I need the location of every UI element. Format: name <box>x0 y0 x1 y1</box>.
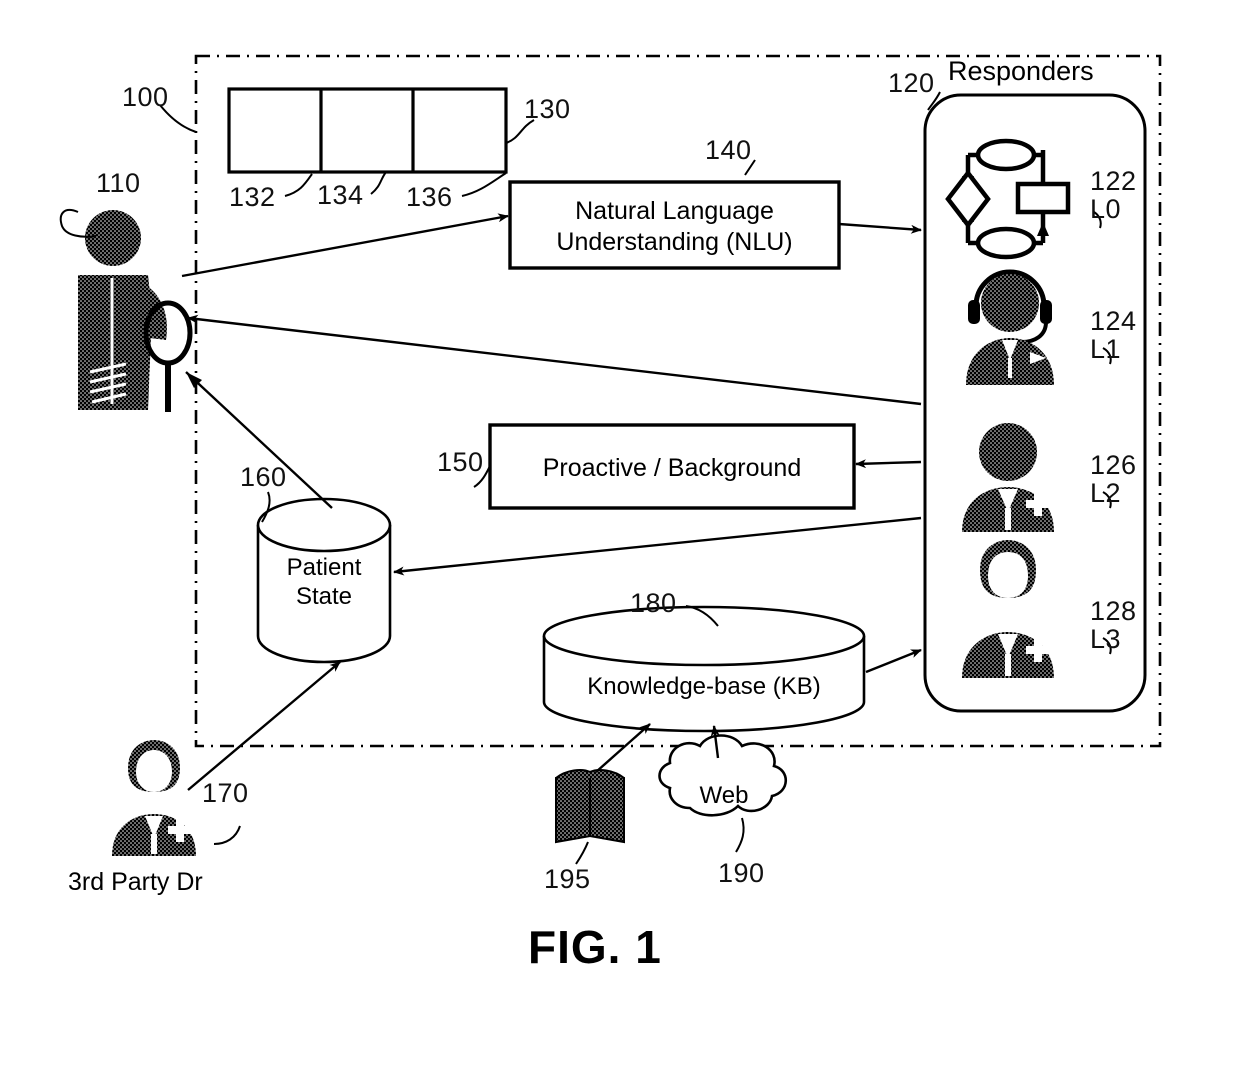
web-label: Web <box>699 782 749 809</box>
figure-root: 100 110 132 134 136 130 140 Natural Lang… <box>0 0 1240 1068</box>
ref-134: 134 <box>317 180 364 210</box>
arrow-responders-to-patient <box>187 314 922 406</box>
ref-190: 190 <box>718 858 765 888</box>
figure-canvas <box>59 54 1162 865</box>
proactive-label: Proactive / Background <box>542 454 802 482</box>
leader-170 <box>213 825 241 845</box>
ref-160: 160 <box>240 462 287 492</box>
level-L0: L0 <box>1090 194 1122 224</box>
figure-caption: FIG. 1 <box>528 921 662 973</box>
ref-120: 120 <box>888 68 935 98</box>
open-book-icon <box>555 769 625 844</box>
third-party-doctor-icon <box>112 740 196 856</box>
ref-180: 180 <box>630 588 677 618</box>
leader-190 <box>735 817 745 853</box>
arrow-nlu-to-responders <box>838 222 922 234</box>
nlu-label: Natural Language Understanding (NLU) <box>556 197 793 257</box>
arrow-responders-to-proactive <box>855 459 922 469</box>
arrow-responders-to-patient-state <box>393 516 922 576</box>
input-row-130 <box>227 87 508 174</box>
level-L2: L2 <box>1090 478 1122 508</box>
knowledge-base-label: Knowledge-base (KB) <box>587 673 821 700</box>
ref-132: 132 <box>229 182 276 212</box>
knowledge-base-cylinder <box>542 605 866 733</box>
ref-130: 130 <box>524 94 571 124</box>
arrow-doctor-to-patient-state <box>187 661 341 791</box>
ref-110: 110 <box>96 168 141 198</box>
arrow-patient-to-nlu <box>181 213 509 278</box>
third-party-dr-label: 3rd Party Dr <box>68 868 203 896</box>
ref-140: 140 <box>705 135 752 165</box>
leader-136 <box>461 172 507 197</box>
doctor-avatar-icon <box>962 540 1054 678</box>
nurse-avatar-icon <box>962 423 1054 532</box>
ref-100: 100 <box>122 82 169 112</box>
ref-195: 195 <box>544 864 591 894</box>
leader-195 <box>575 841 589 865</box>
headset-agent-icon <box>966 269 1054 385</box>
leader-132 <box>284 173 313 197</box>
level-L3: L3 <box>1090 624 1122 654</box>
patient-state-label: Patient State <box>286 554 362 610</box>
leader-134 <box>370 171 387 195</box>
ref-136: 136 <box>406 182 453 212</box>
responders-title: Responders <box>948 56 1094 86</box>
flowchart-automation-icon <box>945 138 1071 260</box>
arrow-kb-to-responders <box>865 648 922 674</box>
ref-170: 170 <box>202 778 249 808</box>
arrow-book-to-kb <box>595 723 651 773</box>
level-L1: L1 <box>1090 334 1122 364</box>
patient-with-racket-and-bandaged-leg-icon <box>78 210 193 412</box>
ref-150: 150 <box>437 447 484 477</box>
